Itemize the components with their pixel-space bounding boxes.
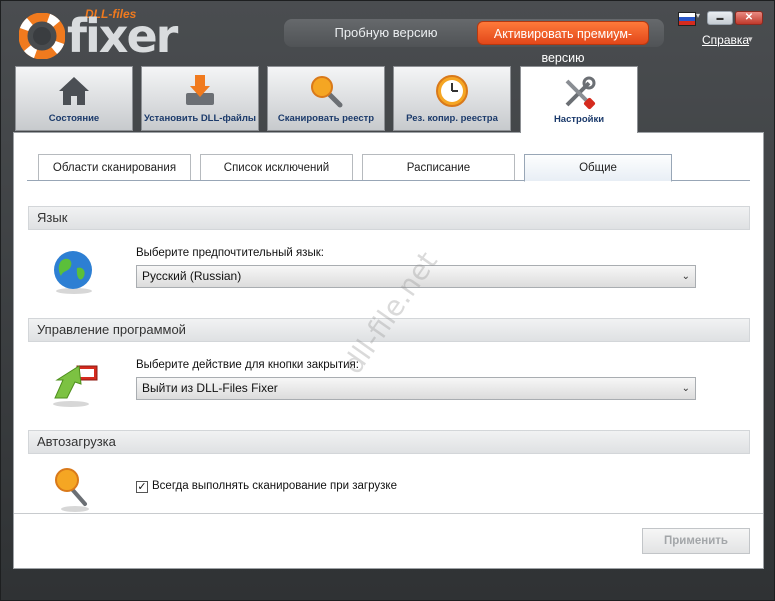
help-link[interactable]: Справка — [702, 33, 749, 47]
tab-label: Установить DLL-файлы — [143, 113, 257, 124]
tab-label: Состояние — [48, 113, 100, 124]
chevron-down-icon[interactable]: ▾ — [748, 34, 753, 45]
globe-icon — [54, 251, 92, 294]
subtab-general[interactable]: Общие — [524, 154, 672, 182]
tab-scan-registry[interactable]: Сканировать реестр — [267, 66, 385, 131]
section-language-title: Язык — [28, 206, 750, 230]
section-autorun-title: Автозагрузка — [28, 430, 750, 454]
clock-icon — [436, 75, 468, 107]
minimize-button[interactable]: ▬ — [707, 11, 733, 25]
tab-label: Настройки — [553, 114, 605, 125]
activate-premium-button[interactable]: Активировать премиум-версию — [477, 21, 649, 65]
autorun-checkbox-label[interactable]: Всегда выполнять сканирование при загруз… — [152, 480, 397, 492]
close-action-label: Выберите действие для кнопки закрытия: — [136, 359, 359, 371]
subtab-exclusions[interactable]: Список исключений — [200, 154, 353, 181]
tab-status[interactable]: Состояние — [15, 66, 133, 131]
chevron-down-icon: ⌄ — [681, 271, 690, 282]
footer-divider — [14, 513, 763, 514]
apply-button[interactable]: Применить — [642, 528, 750, 554]
tab-label: Сканировать реестр — [277, 113, 375, 124]
minimize-icon: ▬ — [716, 15, 724, 22]
chevron-down-icon[interactable]: ▾ — [696, 11, 700, 20]
tab-label: Рез. копир. реестра — [406, 113, 498, 124]
magnifier-icon — [311, 76, 343, 108]
app-logo: DLL-files fixer — [15, 7, 178, 63]
magnifier-icon — [55, 468, 89, 512]
app-window: DLL-files fixer Пробную версию Активиров… — [0, 0, 775, 601]
house-icon — [59, 77, 89, 105]
close-action-select[interactable]: Выйти из DLL-Files Fixer ⌄ — [136, 377, 696, 400]
trial-button[interactable]: Пробную версию — [301, 19, 471, 47]
subtab-schedule[interactable]: Расписание — [362, 154, 515, 181]
tab-install-dll[interactable]: Установить DLL-файлы — [141, 66, 259, 131]
close-action-selected-value: Выйти из DLL-Files Fixer — [142, 381, 278, 395]
tab-settings[interactable]: Настройки — [520, 66, 638, 133]
tab-registry-backup[interactable]: Рез. копир. реестра — [393, 66, 511, 131]
language-label: Выберите предпочтительный язык: — [136, 247, 324, 259]
chevron-down-icon: ⌄ — [681, 383, 690, 394]
language-selected-value: Русский (Russian) — [142, 269, 242, 283]
exit-arrow-icon — [53, 365, 98, 407]
logo-title: fixer — [67, 9, 178, 63]
lifebuoy-icon — [19, 13, 65, 59]
autorun-checkbox[interactable]: ✓ — [136, 481, 148, 493]
download-icon — [186, 75, 214, 105]
subtab-scan-areas[interactable]: Области сканирования — [38, 154, 191, 181]
russian-flag-icon[interactable] — [678, 12, 696, 26]
close-button[interactable]: ✕ — [735, 11, 763, 25]
content-panel — [13, 132, 764, 569]
checkmark-icon: ✓ — [137, 481, 147, 493]
tools-icon — [565, 76, 596, 110]
close-icon: ✕ — [744, 12, 754, 23]
